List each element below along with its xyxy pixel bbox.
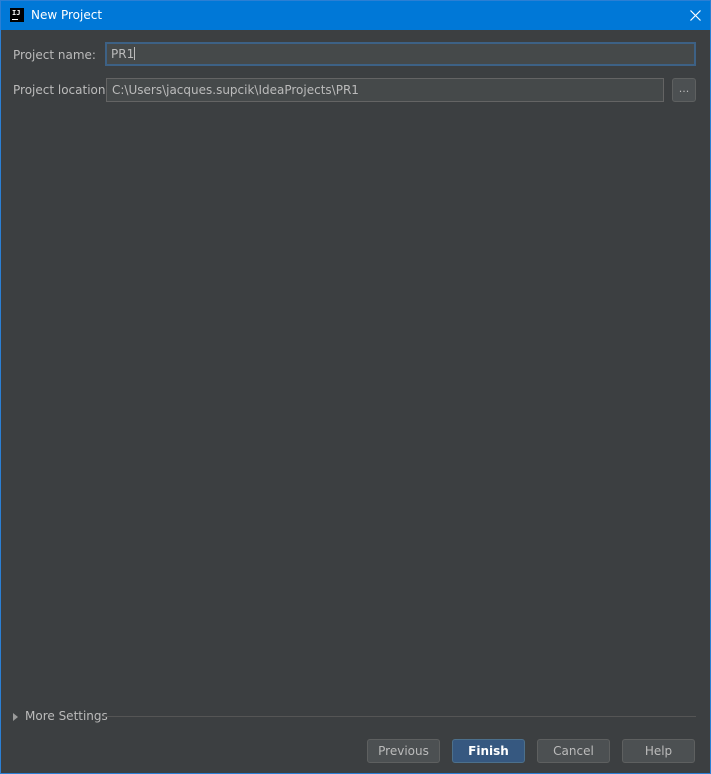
intellij-idea-icon: IJ <box>10 8 24 22</box>
project-location-input[interactable]: C:\Users\jacques.supcik\IdeaProjects\PR1 <box>106 78 664 102</box>
new-project-dialog: IJ New Project Project name: PR1 Project… <box>0 0 711 774</box>
finish-button[interactable]: Finish <box>452 739 525 763</box>
project-name-input[interactable]: PR1 <box>105 42 696 66</box>
cancel-button[interactable]: Cancel <box>537 739 610 763</box>
help-button[interactable]: Help <box>622 739 695 763</box>
app-icon-text: IJ <box>12 9 21 17</box>
project-location-label: Project location: <box>13 83 110 97</box>
title-bar: IJ New Project <box>1 1 710 30</box>
browse-button[interactable]: ... <box>672 78 696 102</box>
close-button[interactable] <box>680 1 710 30</box>
project-name-value: PR1 <box>111 47 135 61</box>
previous-button[interactable]: Previous <box>367 739 440 763</box>
project-name-label: Project name: <box>13 48 96 62</box>
separator <box>103 716 696 717</box>
window-title: New Project <box>31 8 103 22</box>
project-location-value: C:\Users\jacques.supcik\IdeaProjects\PR1 <box>112 83 359 97</box>
more-settings-label: More Settings <box>25 709 108 723</box>
triangle-right-icon <box>13 713 18 721</box>
close-icon <box>690 10 701 21</box>
